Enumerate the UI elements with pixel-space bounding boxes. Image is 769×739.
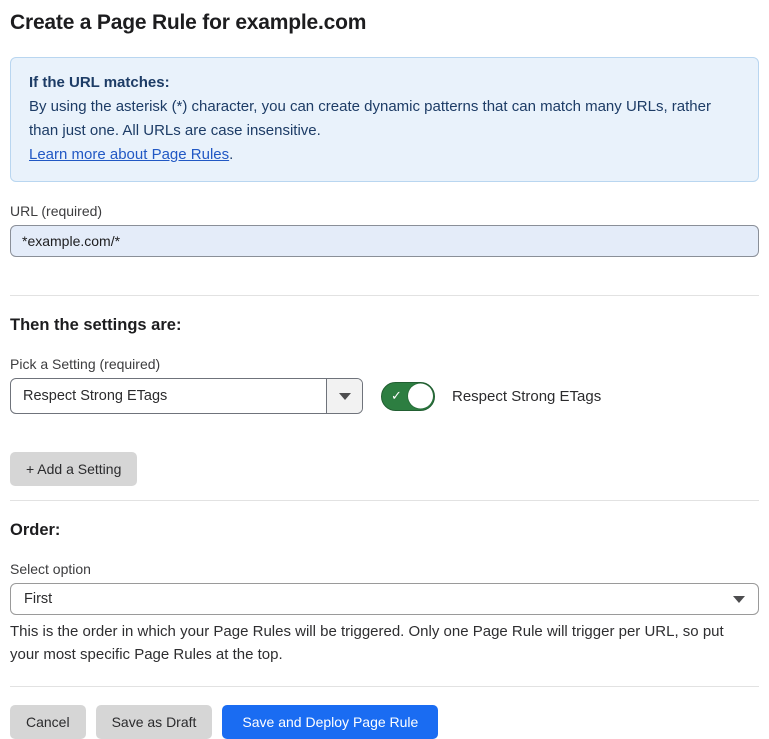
setting-select[interactable]: Respect Strong ETags <box>10 378 363 414</box>
page-title: Create a Page Rule for example.com <box>10 10 759 36</box>
order-section-heading: Order: <box>10 521 759 540</box>
chevron-down-icon <box>339 393 351 400</box>
page-rule-form: Create a Page Rule for example.com If th… <box>0 0 769 739</box>
url-field-label: URL (required) <box>10 203 759 219</box>
divider <box>10 686 759 687</box>
toggle-knob <box>408 384 433 409</box>
info-box-link-line: Learn more about Page Rules. <box>29 143 740 167</box>
footer-actions: Cancel Save as Draft Save and Deploy Pag… <box>10 705 759 739</box>
link-suffix: . <box>229 146 233 163</box>
url-match-info-box: If the URL matches: By using the asteris… <box>10 57 759 182</box>
order-select[interactable]: First <box>10 583 759 615</box>
chevron-down-icon <box>733 596 745 603</box>
info-box-body: By using the asterisk (*) character, you… <box>29 95 740 143</box>
order-help-text: This is the order in which your Page Rul… <box>10 620 755 666</box>
setting-toggle-group: ✓ Respect Strong ETags <box>381 382 601 411</box>
url-input[interactable] <box>10 225 759 257</box>
setting-select-arrow-button[interactable] <box>326 379 362 413</box>
divider <box>10 500 759 501</box>
respect-strong-etags-toggle[interactable]: ✓ <box>381 382 435 411</box>
order-select-value: First <box>24 591 52 607</box>
add-setting-button[interactable]: + Add a Setting <box>10 452 137 486</box>
divider <box>10 295 759 296</box>
cancel-button[interactable]: Cancel <box>10 705 86 739</box>
pick-setting-label: Pick a Setting (required) <box>10 356 759 372</box>
info-box-heading: If the URL matches: <box>29 71 740 95</box>
order-select-label: Select option <box>10 561 759 577</box>
save-deploy-button[interactable]: Save and Deploy Page Rule <box>222 705 438 739</box>
setting-select-value: Respect Strong ETags <box>11 379 326 413</box>
check-icon: ✓ <box>391 389 402 402</box>
settings-section-heading: Then the settings are: <box>10 316 759 335</box>
setting-row: Respect Strong ETags ✓ Respect Strong ET… <box>10 378 759 414</box>
toggle-label: Respect Strong ETags <box>452 388 601 405</box>
learn-more-link[interactable]: Learn more about Page Rules <box>29 146 229 163</box>
save-draft-button[interactable]: Save as Draft <box>96 705 213 739</box>
